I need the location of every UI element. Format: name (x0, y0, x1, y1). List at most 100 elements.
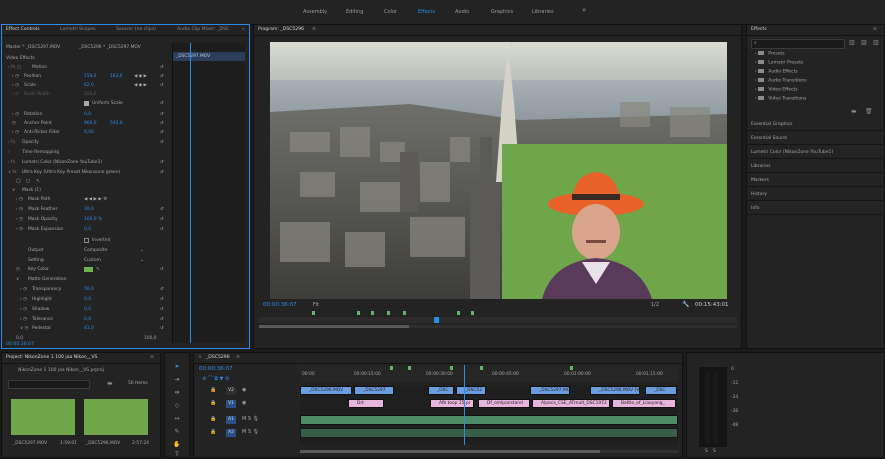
ripple-edit-tool-icon[interactable]: ⇹ (173, 389, 181, 397)
slip-tool-icon[interactable]: ↔ (173, 415, 181, 423)
resolution-dropdown[interactable]: 1/2 (651, 302, 659, 308)
timeline-audio-clip-a2[interactable] (300, 428, 678, 438)
setting-row[interactable]: Setting Custom ⌄ (28, 257, 168, 265)
highlight-row[interactable]: › ◷ Highlight 0,0 ↺ (20, 296, 168, 304)
wrench-icon[interactable]: 🔧 (682, 301, 689, 308)
tab-source[interactable]: Source: (no clips) (116, 27, 156, 32)
mask-row[interactable]: ∨ Mask (1) (12, 187, 168, 195)
effect-controls-timecode[interactable]: 00:00:36:07 (6, 342, 34, 347)
key-color-row[interactable]: ◷ Key Color ✎ ↺ (16, 266, 168, 274)
effects-folder-video-transitions[interactable]: › Video Transitions (755, 96, 806, 105)
time-remapping-row[interactable]: › Time Remapping (8, 149, 168, 157)
timeline-clip-v2[interactable]: _DSC5296.MOV [V] (590, 386, 640, 395)
effects-menu-icon[interactable]: ≡ (873, 27, 877, 32)
program-monitor-title[interactable]: Program: _DSC5296 (258, 27, 304, 32)
ultra-key-row[interactable]: ∨ fx Ultra Key (Ultra Key Preset Nikonzon… (8, 169, 168, 177)
tab-lumetri-scopes[interactable]: Lumetri Scopes (60, 27, 96, 32)
workspace-libraries[interactable]: Libraries (532, 9, 554, 15)
pen-tool-icon[interactable]: ✎ (173, 428, 181, 436)
tabs-overflow-icon[interactable]: » (242, 27, 245, 32)
effects-folder-audio-transitions[interactable]: › Audio Transitions (755, 78, 807, 87)
section-libraries[interactable]: Libraries (747, 160, 884, 173)
timeline-clip-v1[interactable]: Afb toop 25.pr (430, 399, 474, 408)
anchor-point-row[interactable]: ◷ Anchor Point 960,0 540,0 ↺ (12, 120, 168, 128)
timeline-clip-v1[interactable]: Alpaca_CSE_ATmult_DSC1972 (532, 399, 610, 408)
program-menu-icon[interactable]: ≡ (312, 27, 316, 32)
mask-tools-row[interactable]: ◯ ▢ ✎ (16, 178, 166, 186)
lock-icon[interactable]: 🔒 (210, 387, 216, 393)
timeline-close-icon[interactable]: × (198, 355, 202, 360)
timeline-clip-v1[interactable]: Drt (348, 399, 384, 408)
workspace-audio[interactable]: Audio (455, 9, 469, 15)
effects-search-input[interactable]: ⌕ (751, 39, 845, 49)
rotation-row[interactable]: › ◷ Rotation 0,0 ↺ (12, 111, 168, 119)
position-row[interactable]: › ◷ Position 159,5 163,6 ◀ ◆ ▶ ↺ (12, 73, 168, 81)
timeline-clip-v2[interactable]: _DSC (428, 386, 454, 395)
effects-panel-title[interactable]: Effects (751, 27, 767, 32)
timeline-clip-v2[interactable]: _DSC52 (456, 386, 486, 395)
mini-timeline-clip[interactable]: _DSC5297.MOV (173, 52, 245, 61)
new-bin-icon[interactable]: ▬ (851, 108, 857, 115)
lock-icon[interactable]: 🔒 (210, 400, 216, 406)
razor-tool-icon[interactable]: ◇ (173, 402, 181, 410)
project-clip-thumbnail-2[interactable] (84, 399, 148, 435)
new-bin-from-search-icon[interactable]: ▬ (107, 380, 113, 387)
accelerated-effects-icon[interactable]: ▥ (849, 39, 855, 46)
delete-icon[interactable]: 🗑 (865, 108, 873, 115)
section-essential-sound[interactable]: Essential Sound (747, 132, 884, 145)
track-header-v2[interactable]: 🔒 V2 ◉ (206, 386, 298, 397)
program-timecode[interactable]: 00:00:36:07 (263, 302, 297, 308)
project-menu-icon[interactable]: ≡ (150, 355, 154, 360)
section-history[interactable]: History (747, 188, 884, 201)
toggle-output-icon[interactable]: ◉ (242, 387, 246, 393)
mini-timeline[interactable]: _DSC5297.MOV (172, 43, 245, 343)
matte-generation-row[interactable]: ∨ Matte Generation (16, 276, 168, 284)
anti-flicker-row[interactable]: › ◷ Anti-flicker Filter 0,00 ↺ (12, 129, 168, 137)
timeline-tracks-area[interactable]: _DSC5296.MOV _DSC5297 _DSC _DSC52 _DSC52… (300, 365, 678, 445)
inverted-row[interactable]: Inverted (16, 237, 168, 245)
timeline-clip-v2[interactable]: _DSC5297 (354, 386, 394, 395)
effects-folder-audio-effects[interactable]: › Audio Effects (755, 69, 798, 78)
timeline-playhead[interactable] (464, 365, 465, 445)
lock-icon[interactable]: 🔒 (210, 416, 216, 422)
toggle-output-icon[interactable]: ◉ (242, 400, 246, 406)
section-lumetri-color[interactable]: Lumetri Color (NikonZone YouTube1) (747, 146, 884, 159)
hand-tool-icon[interactable]: ✋ (173, 441, 181, 449)
mask-path-row[interactable]: › ◷ Mask Path ◀ ◀ ▶ ▶ ⚒ (16, 196, 168, 204)
project-panel-title[interactable]: Project: NikonZone 1 100 jaa Nikon__VS (6, 355, 97, 360)
project-search-input[interactable] (8, 380, 90, 389)
workspace-editing[interactable]: Editing (346, 9, 363, 15)
green-screen-pip[interactable] (502, 144, 727, 299)
timeline-menu-icon[interactable]: ≡ (236, 355, 240, 360)
shadow-row[interactable]: › ◷ Shadow 0,0 ↺ (20, 306, 168, 314)
track-header-a1[interactable]: 🔒 A1 M S 🎙 (206, 415, 298, 426)
scale-row[interactable]: › ◷ Scale 62,0 ◀ ◆ ▶ ↺ (12, 82, 168, 90)
tab-audio-clip-mixer[interactable]: Audio Clip Mixer: _DSC (177, 27, 229, 32)
mini-playhead[interactable] (190, 43, 191, 343)
program-scrub-bar[interactable] (259, 317, 737, 323)
mask-expansion-row[interactable]: › ◷ Mask Expansion 0,0 ↺ (16, 226, 168, 234)
solo-button[interactable]: S (705, 449, 708, 454)
timeline-clip-v2[interactable]: _DSC5297.MOV (530, 386, 570, 395)
solo-button[interactable]: S (713, 449, 716, 454)
timeline-audio-clip-a1[interactable] (300, 415, 678, 425)
lock-icon[interactable]: 🔒 (210, 429, 216, 435)
zoom-fit-dropdown[interactable]: Fit (313, 302, 319, 308)
motion-row[interactable]: › fx ◫ Motion ↺ (8, 64, 168, 72)
timeline-timecode[interactable]: 00:00:36:07 (199, 366, 233, 372)
tolerance-row[interactable]: › ◷ Tolerance 0,0 ↺ (20, 316, 168, 324)
timeline-ruler[interactable]: 00:00 00:00:15:00 00:00:30:00 00:00:45:0… (300, 366, 678, 382)
section-markers[interactable]: Markers (747, 174, 884, 187)
timeline-clip-v1[interactable]: Df_omlpanstand (478, 399, 530, 408)
workspace-color[interactable]: Color (384, 9, 397, 15)
timeline-sequence-tab[interactable]: _DSC5296 (206, 355, 230, 360)
workspace-graphics[interactable]: Graphics (491, 9, 513, 15)
section-essential-graphics[interactable]: Essential Graphics (747, 118, 884, 131)
timeline-clip-v1[interactable]: Battle_of_Liaoyang_ (612, 399, 676, 408)
workspace-effects[interactable]: Effects (418, 9, 435, 15)
section-info[interactable]: Info (747, 202, 884, 215)
mask-opacity-row[interactable]: › ◷ Mask Opacity 100,0 % ↺ (16, 216, 168, 224)
timeline-clip-v2[interactable]: _DSC5296.MOV (300, 386, 352, 395)
uniform-scale-row[interactable]: Uniform Scale ↺ (12, 100, 168, 108)
track-header-v1[interactable]: 🔒 V1 ◉ (206, 399, 298, 410)
